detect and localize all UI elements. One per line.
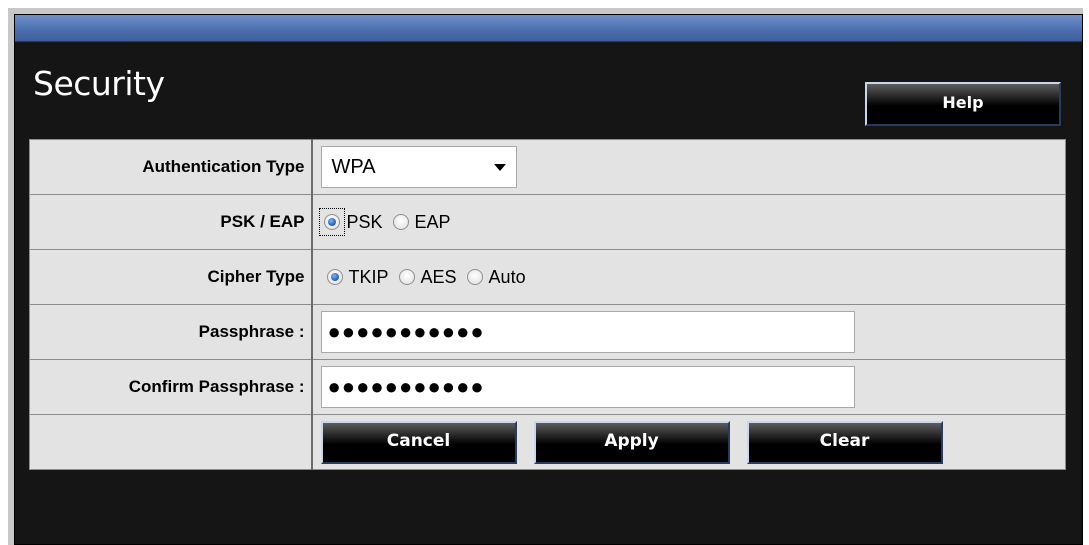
- title-bar: [15, 15, 1082, 42]
- aes-radio[interactable]: [398, 269, 415, 285]
- psk-eap-row: PSK / EAP PSK EAP: [29, 194, 1066, 250]
- passphrase-field[interactable]: ●●●●●●●●●●●: [320, 311, 855, 353]
- cipher-type-label: Cipher Type: [29, 249, 313, 305]
- auto-option[interactable]: Auto: [466, 266, 526, 288]
- confirm-passphrase-row: Confirm Passphrase : ●●●●●●●●●●●: [29, 359, 1066, 415]
- chevron-down-icon: [493, 164, 506, 171]
- auto-radio-label: Auto: [488, 266, 526, 287]
- passphrase-label: Passphrase :: [29, 304, 313, 360]
- page-frame: Security Help Authentication Type WPA PS…: [8, 8, 1083, 545]
- auth-type-label: Authentication Type: [29, 139, 313, 195]
- confirm-passphrase-field[interactable]: ●●●●●●●●●●●: [320, 366, 855, 408]
- psk-radio[interactable]: [323, 214, 340, 230]
- tkip-radio-label: TKIP: [348, 266, 389, 287]
- auth-type-select[interactable]: WPA: [320, 146, 517, 188]
- eap-radio[interactable]: [392, 214, 409, 230]
- eap-option[interactable]: EAP: [392, 211, 451, 233]
- button-row-spacer: [29, 414, 313, 470]
- help-button[interactable]: Help: [865, 82, 1061, 126]
- aes-radio-label: AES: [420, 266, 457, 287]
- cipher-radio-group: TKIP AES Auto: [321, 267, 1066, 288]
- confirm-passphrase-label: Confirm Passphrase :: [29, 359, 313, 415]
- cancel-button[interactable]: Cancel: [320, 420, 517, 464]
- security-panel: Security Help Authentication Type WPA PS…: [14, 14, 1083, 545]
- auth-type-selected-value: WPA: [331, 156, 376, 178]
- auto-radio[interactable]: [466, 269, 483, 285]
- cipher-type-row: Cipher Type TKIP AES Auto: [29, 249, 1066, 305]
- security-form: Authentication Type WPA PSK / EAP PSK EA…: [29, 139, 1066, 470]
- psk-eap-radio-group: PSK EAP: [318, 208, 1066, 236]
- psk-option[interactable]: PSK: [318, 208, 383, 236]
- apply-button[interactable]: Apply: [533, 420, 730, 464]
- tkip-option[interactable]: TKIP: [326, 266, 389, 288]
- header: Security Help: [15, 42, 1082, 140]
- aes-option[interactable]: AES: [398, 266, 457, 288]
- button-row: Cancel Apply Clear: [29, 414, 1066, 470]
- psk-radio-label: PSK: [346, 211, 383, 232]
- tkip-radio[interactable]: [326, 269, 343, 285]
- psk-eap-label: PSK / EAP: [29, 194, 313, 250]
- focus-ring: [318, 208, 345, 236]
- auth-type-row: Authentication Type WPA: [29, 139, 1066, 195]
- clear-button[interactable]: Clear: [746, 420, 943, 464]
- eap-radio-label: EAP: [414, 211, 451, 232]
- passphrase-row: Passphrase : ●●●●●●●●●●●: [29, 304, 1066, 360]
- page-title: Security: [33, 64, 165, 103]
